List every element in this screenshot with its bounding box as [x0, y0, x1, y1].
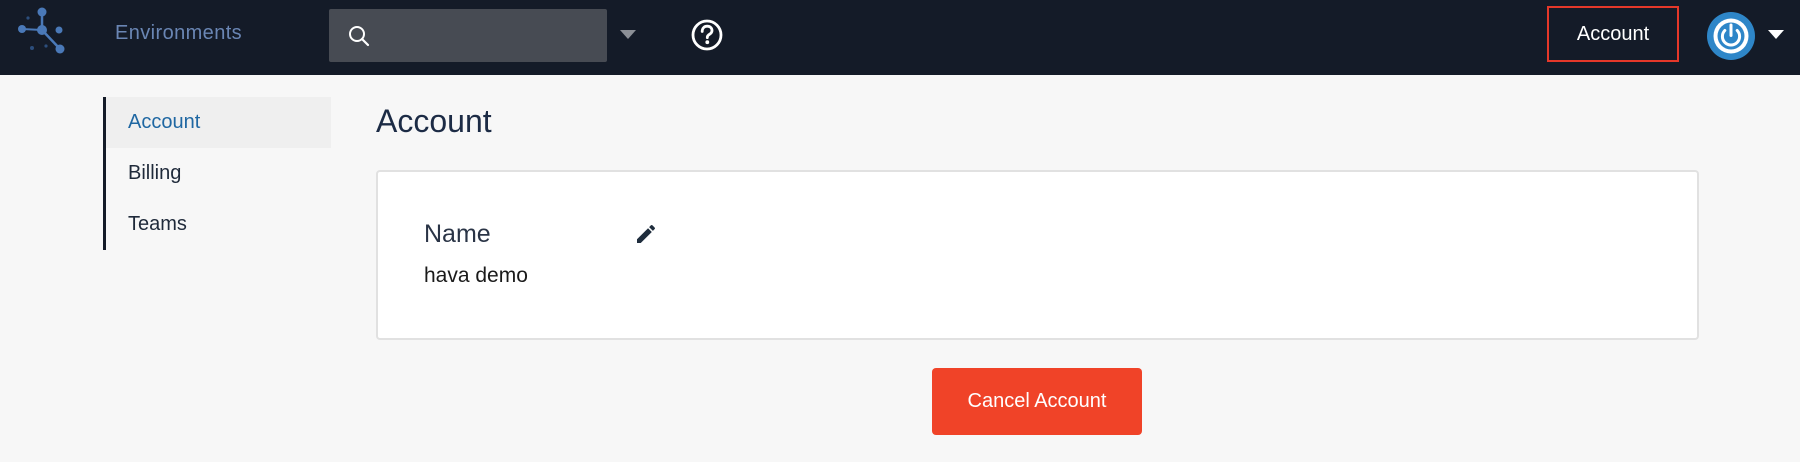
search-icon	[349, 26, 370, 47]
account-nav-link[interactable]: Account	[1547, 6, 1679, 62]
sidebar: Account Billing Teams	[103, 97, 331, 250]
page-title: Account	[376, 103, 492, 139]
logo-icon[interactable]	[14, 4, 70, 60]
sidebar-item-label: Teams	[128, 213, 187, 235]
name-field-label: Name	[424, 220, 491, 248]
sidebar-item-label: Account	[128, 111, 201, 133]
caret-down-icon[interactable]	[620, 30, 636, 40]
caret-down-icon[interactable]	[1768, 30, 1784, 40]
sidebar-item-billing[interactable]: Billing	[106, 148, 331, 199]
sidebar-item-teams[interactable]: Teams	[106, 199, 331, 250]
pencil-icon[interactable]	[634, 222, 658, 246]
top-navbar: Environments Account	[0, 0, 1800, 75]
name-field-value: hava demo	[424, 264, 528, 287]
sidebar-item-label: Billing	[128, 162, 182, 184]
search-box[interactable]	[329, 9, 607, 62]
account-details-card: Name hava demo	[376, 170, 1699, 340]
power-icon[interactable]	[1707, 12, 1755, 60]
search-input[interactable]	[385, 17, 595, 53]
cancel-account-button[interactable]: Cancel Account	[932, 368, 1142, 435]
help-icon[interactable]	[690, 18, 724, 52]
nav-environments-link[interactable]: Environments	[115, 22, 242, 45]
sidebar-item-account[interactable]: Account	[106, 97, 331, 148]
